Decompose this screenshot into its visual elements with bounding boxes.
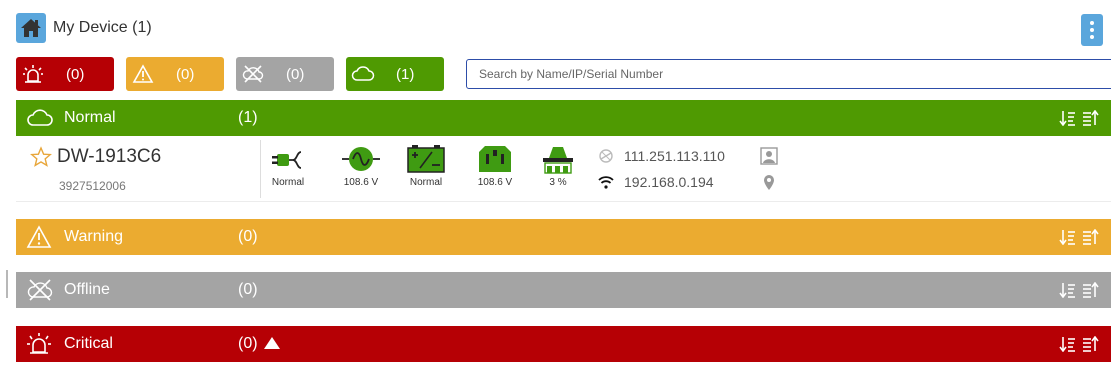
- device-row[interactable]: DW-1913C6 3927512006 Normal 108.6 V Norm…: [16, 136, 1111, 202]
- group-count-text: (0): [238, 335, 258, 352]
- page-header: My Device (1): [16, 13, 152, 43]
- filter-normal-count: (1): [396, 65, 415, 83]
- favorite-star-icon[interactable]: [30, 146, 52, 168]
- sort-ascending-icon[interactable]: [1083, 110, 1099, 126]
- sort-ascending-icon[interactable]: [1083, 229, 1099, 245]
- group-label: Warning: [64, 228, 123, 245]
- sort-controls: [1059, 336, 1099, 352]
- group-header-warning[interactable]: Warning (0): [16, 219, 1111, 255]
- filter-warning-button[interactable]: (0): [126, 57, 224, 91]
- page-title: My Device (1): [53, 19, 152, 36]
- warning-icon: [126, 64, 160, 84]
- external-ip: 111.251.113.110: [624, 148, 725, 164]
- resize-handle[interactable]: [6, 270, 8, 298]
- alarm-icon: [16, 64, 50, 84]
- sort-descending-icon[interactable]: [1059, 110, 1075, 126]
- stat-label: Normal: [409, 177, 443, 188]
- group-count: (0): [238, 228, 258, 245]
- filter-critical-button[interactable]: (0): [16, 57, 114, 91]
- ac-wave-icon: [342, 147, 380, 171]
- stat-input-voltage: 108.6 V: [342, 144, 380, 188]
- group-label: Normal: [64, 109, 116, 126]
- group-header-normal[interactable]: Normal (1): [16, 100, 1111, 136]
- cloud-icon: [26, 108, 60, 128]
- stat-battery: Normal: [406, 144, 446, 188]
- battery-icon: [407, 145, 445, 173]
- wifi-icon: [598, 176, 614, 189]
- cloud-icon: [346, 65, 380, 83]
- sort-descending-icon[interactable]: [1059, 229, 1075, 245]
- group-count: (0): [238, 281, 258, 298]
- expand-triangle-icon[interactable]: [263, 337, 280, 349]
- outlet-icon: [479, 146, 511, 172]
- stat-output-voltage: 108.6 V: [477, 144, 513, 188]
- stat-load: 3 %: [541, 144, 575, 188]
- filter-warning-count: (0): [176, 65, 195, 83]
- group-count: (0): [238, 335, 280, 353]
- filter-normal-button[interactable]: (1): [346, 57, 444, 91]
- sort-controls: [1059, 110, 1099, 126]
- local-ip: 192.168.0.194: [624, 174, 714, 190]
- external-ip-line: 111.251.113.110: [598, 148, 725, 164]
- offline-icon: [236, 64, 270, 84]
- globe-icon: [599, 149, 613, 163]
- home-icon: [21, 19, 41, 37]
- local-ip-line: 192.168.0.194: [598, 174, 714, 190]
- offline-icon: [26, 278, 60, 302]
- device-name[interactable]: DW-1913C6: [57, 146, 161, 168]
- filter-offline-count: (0): [286, 65, 305, 83]
- stat-label: Normal: [271, 177, 305, 188]
- left-edge: [0, 0, 8, 383]
- location-pin-icon[interactable]: [760, 174, 778, 192]
- plug-icon: [272, 151, 302, 169]
- search-input[interactable]: [466, 59, 1111, 89]
- sort-controls: [1059, 282, 1099, 298]
- stat-power-source: Normal: [271, 144, 305, 188]
- status-filters: (0) (0) (0) (1): [16, 57, 444, 91]
- home-button[interactable]: [16, 13, 46, 43]
- group-header-critical[interactable]: Critical (0): [16, 326, 1111, 362]
- filter-critical-count: (0): [66, 65, 85, 83]
- divider: [260, 140, 261, 198]
- sort-descending-icon[interactable]: [1059, 336, 1075, 352]
- group-label: Critical: [64, 335, 113, 352]
- sort-ascending-icon[interactable]: [1083, 336, 1099, 352]
- group-count: (1): [238, 109, 258, 126]
- sort-ascending-icon[interactable]: [1083, 282, 1099, 298]
- alarm-icon: [26, 332, 60, 356]
- device-serial: 3927512006: [59, 179, 126, 193]
- stat-label: 108.6 V: [343, 177, 379, 188]
- load-icon: [543, 147, 573, 174]
- more-menu-button[interactable]: [1081, 14, 1103, 46]
- stat-label: 108.6 V: [477, 177, 513, 188]
- group-header-offline[interactable]: Offline (0): [16, 272, 1111, 308]
- group-label: Offline: [64, 281, 110, 298]
- warning-icon: [26, 225, 60, 249]
- user-icon[interactable]: [760, 147, 778, 165]
- sort-controls: [1059, 229, 1099, 245]
- device-name-wrap: DW-1913C6: [30, 146, 161, 168]
- sort-descending-icon[interactable]: [1059, 282, 1075, 298]
- stat-label: 3 %: [549, 177, 567, 188]
- filter-offline-button[interactable]: (0): [236, 57, 334, 91]
